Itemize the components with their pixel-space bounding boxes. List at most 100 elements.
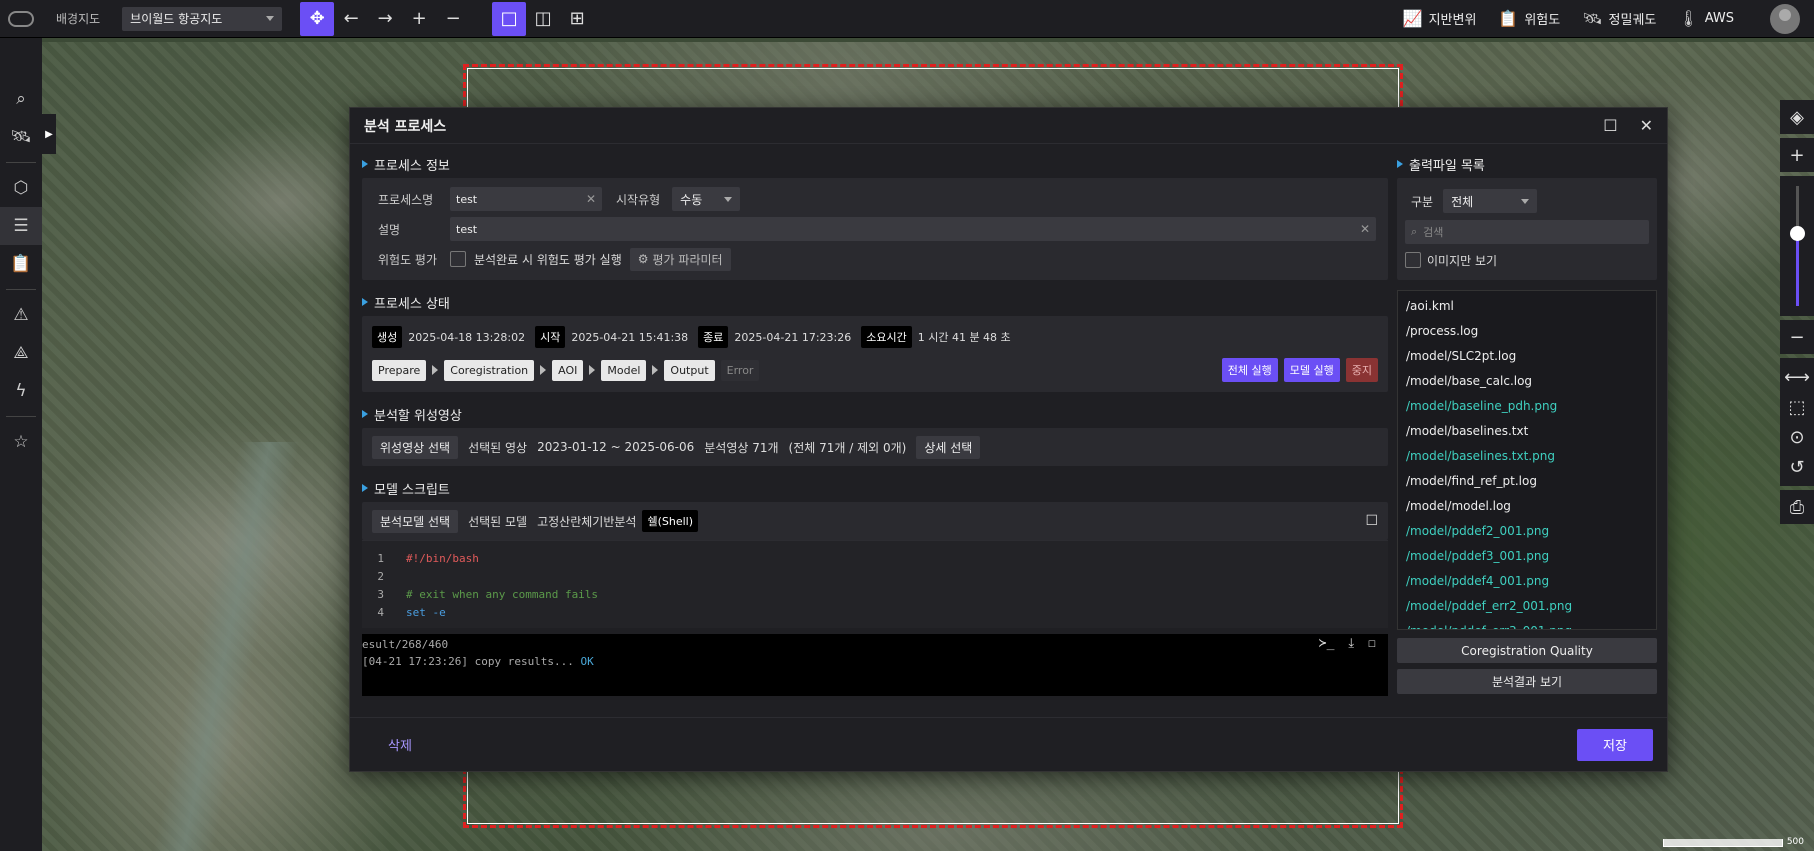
- print-button[interactable]: ⎙: [1780, 490, 1814, 524]
- single-view-button[interactable]: □: [492, 1, 527, 36]
- precise-orbit-menu[interactable]: 🛰 정밀궤도: [1582, 9, 1656, 28]
- expand-icon[interactable]: ☐: [1365, 513, 1378, 529]
- user-avatar[interactable]: [1770, 3, 1800, 34]
- file-search-input[interactable]: ⌕ 검색: [1405, 220, 1649, 244]
- step-model[interactable]: Model: [601, 359, 647, 381]
- expand-icon[interactable]: ☐: [1368, 636, 1376, 651]
- step-output[interactable]: Output: [664, 359, 715, 381]
- delete-button[interactable]: 삭제: [388, 735, 412, 754]
- file-item[interactable]: /model/find_ref_pt.log: [1398, 468, 1656, 493]
- cube-icon[interactable]: ⬡: [0, 169, 42, 207]
- grid-icon: ⊞: [569, 8, 585, 29]
- image-count: 분석영상 71개: [704, 440, 779, 455]
- download-icon[interactable]: ⤓: [1348, 636, 1354, 651]
- file-item[interactable]: /model/baselines.txt.png: [1398, 443, 1656, 468]
- minus-icon: −: [445, 8, 461, 29]
- file-item[interactable]: /model/baselines.txt: [1398, 418, 1656, 443]
- split-view-button[interactable]: ◫: [526, 2, 560, 36]
- image-only-checkbox[interactable]: [1405, 252, 1421, 268]
- select-satellite-button[interactable]: 위성영상 선택: [372, 435, 459, 459]
- layers-button[interactable]: ◈: [1780, 100, 1814, 134]
- file-item[interactable]: /aoi.kml: [1398, 293, 1656, 318]
- measure-tools: ⟷ ⬚ ⊙ ↺: [1780, 358, 1814, 486]
- triangle-icon: [1397, 160, 1403, 168]
- report-icon[interactable]: 📋: [0, 245, 42, 283]
- run-all-button[interactable]: 전체 실행: [1221, 358, 1278, 382]
- file-item[interactable]: /model/pddef4_001.png: [1398, 568, 1656, 593]
- close-icon[interactable]: ✕: [1640, 116, 1653, 135]
- redo-button[interactable]: →: [368, 2, 402, 36]
- console-output[interactable]: esult/268/460 [04-21 17:23:26] copy resu…: [362, 634, 1388, 696]
- lightning-icon[interactable]: ϟ: [0, 372, 42, 410]
- step-prepare[interactable]: Prepare: [372, 359, 427, 381]
- basemap-select-value: 브이월드 항공지도: [130, 12, 223, 26]
- undo-button[interactable]: ←: [334, 2, 368, 36]
- reset-button[interactable]: ↺: [1780, 452, 1814, 482]
- ground-displacement-menu[interactable]: 📈 지반변위: [1403, 9, 1477, 28]
- zoom-out-tool-button[interactable]: −: [436, 2, 470, 36]
- file-item[interactable]: /model/pddef3_001.png: [1398, 543, 1656, 568]
- select-model-button[interactable]: 분석모델 선택: [372, 509, 459, 533]
- scale-bar: [1662, 839, 1783, 847]
- stop-button[interactable]: 중지: [1345, 358, 1378, 382]
- risk-param-label: 평가 파라미터: [652, 252, 723, 267]
- process-name-input[interactable]: test ✕: [450, 187, 602, 211]
- measure-area-button[interactable]: ⬚: [1780, 392, 1814, 422]
- zoom-in-tool-button[interactable]: +: [402, 2, 436, 36]
- file-item[interactable]: /model/pddef_err3_001.png: [1398, 618, 1656, 630]
- sidebar-divider: [6, 416, 36, 417]
- description-label: 설명: [378, 222, 401, 237]
- file-item[interactable]: /model/pddef2_001.png: [1398, 518, 1656, 543]
- circle-icon: ⊙: [1789, 426, 1805, 448]
- coregistration-quality-button[interactable]: Coregistration Quality: [1397, 638, 1657, 663]
- risk-eval-checkbox[interactable]: [450, 251, 466, 267]
- risk-param-button[interactable]: ⚙ 평가 파라미터: [629, 247, 731, 271]
- satellite-icon[interactable]: 🛰: [0, 118, 42, 156]
- grid-view-button[interactable]: ⊞: [560, 2, 594, 36]
- measure-icon[interactable]: ⟁: [0, 334, 42, 372]
- layers-list-icon[interactable]: ☰: [0, 207, 42, 245]
- terminal-icon[interactable]: ≻_: [1319, 636, 1335, 651]
- chart-icon: 📈: [1402, 9, 1423, 28]
- aws-menu[interactable]: 🌡 AWS: [1678, 9, 1734, 28]
- chevron-down-icon: [1521, 198, 1530, 204]
- zoom-slider[interactable]: [1780, 176, 1814, 316]
- description-value: test: [456, 222, 478, 236]
- start-type-select[interactable]: 수동: [672, 187, 741, 211]
- measure-radius-button[interactable]: ⊙: [1780, 422, 1814, 452]
- move-tool-button[interactable]: ✥: [300, 1, 335, 36]
- file-item[interactable]: /model/pddef_err2_001.png: [1398, 593, 1656, 618]
- code-editor[interactable]: 1 #!/bin/bash 2 3 # exit when any comman…: [362, 540, 1388, 628]
- risk-menu[interactable]: 📋 위험도: [1498, 9, 1560, 28]
- file-item[interactable]: /process.log: [1398, 318, 1656, 343]
- app-logo: [0, 0, 42, 38]
- run-model-button[interactable]: 모델 실행: [1283, 358, 1340, 382]
- file-item[interactable]: /model/model.log: [1398, 493, 1656, 518]
- zoom-in-button[interactable]: +: [1780, 138, 1814, 172]
- maximize-icon[interactable]: ☐: [1603, 116, 1617, 135]
- step-coregistration[interactable]: Coregistration: [444, 359, 535, 381]
- file-item[interactable]: /model/SLC2pt.log: [1398, 343, 1656, 368]
- file-item[interactable]: /model/base_calc.log: [1398, 368, 1656, 393]
- arrow-right-icon: [432, 365, 439, 375]
- risk-eval-label: 위험도 평가: [378, 252, 438, 267]
- section-title: 분석할 위성영상: [374, 408, 462, 424]
- sidebar-expand-button[interactable]: ▶: [42, 114, 56, 154]
- date-range: 2023-01-12 ~ 2025-06-06: [537, 440, 695, 454]
- measure-distance-button[interactable]: ⟷: [1780, 362, 1814, 392]
- zoom-out-button[interactable]: −: [1780, 320, 1814, 354]
- clear-icon[interactable]: ✕: [586, 192, 596, 206]
- step-aoi[interactable]: AOI: [552, 359, 584, 381]
- file-item[interactable]: /model/baseline_pdh.png: [1398, 393, 1656, 418]
- basemap-select[interactable]: 브이월드 항공지도: [122, 6, 283, 31]
- clear-icon[interactable]: ✕: [1360, 222, 1370, 236]
- warning-icon[interactable]: ⚠: [0, 296, 42, 334]
- star-icon[interactable]: ☆: [0, 423, 42, 461]
- search-icon[interactable]: ⌕: [0, 80, 42, 118]
- zoom-knob[interactable]: [1790, 226, 1805, 241]
- description-input[interactable]: test ✕: [450, 217, 1376, 241]
- view-results-button[interactable]: 분석결과 보기: [1397, 669, 1657, 694]
- type-select[interactable]: 전체: [1443, 189, 1538, 213]
- detail-select-button[interactable]: 상세 선택: [916, 435, 981, 459]
- save-button[interactable]: 저장: [1577, 728, 1653, 761]
